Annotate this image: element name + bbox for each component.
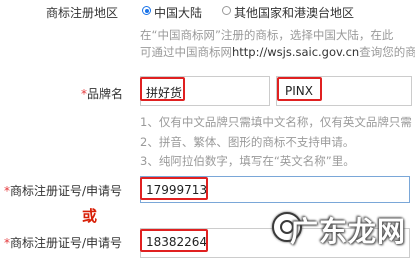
- radio-checked-icon[interactable]: [142, 6, 151, 15]
- highlight-box-reg-number-2: [140, 229, 208, 252]
- brand-name-label: *品牌名: [81, 85, 123, 102]
- highlight-box-reg-number-1: [140, 177, 208, 200]
- reg-number-label-2: *商标注册证号/申请号: [4, 234, 122, 251]
- brand-note-1: 1、仅有中文品牌只需填中文名称，仅有英文品牌只需: [140, 115, 412, 129]
- reg-number-label-1: *商标注册证号/申请号: [4, 182, 122, 199]
- region-label: 商标注册地区: [46, 6, 119, 20]
- brand-note-2: 2、拼音、繁体、图形的商标不支持申请。: [140, 135, 355, 149]
- radio-label-other-regions: 其他国家和港澳台地区: [234, 6, 355, 20]
- or-label: 或: [82, 207, 98, 225]
- trademark-site-link[interactable]: http://wsjs.saic.gov.cn: [232, 45, 359, 59]
- brand-name-label-text: 品牌名: [87, 87, 124, 101]
- region-hint-line-2: 可通过中国商标网http://wsjs.saic.gov.cn查询您的商标: [140, 44, 415, 60]
- brand-note-3: 3、纯阿拉伯数字，填写在“英文名称”里。: [140, 154, 355, 168]
- radio-label-china-mainland: 中国大陆: [154, 6, 203, 20]
- watermark-text: 广东龙网: [290, 215, 407, 248]
- region-hint-line-1: 在“中国商标网”注册的商标，选择中国大陆，在此: [140, 28, 394, 42]
- radio-unchecked-icon[interactable]: [222, 6, 231, 15]
- region-hint-suffix: 查询您的商标: [359, 45, 415, 59]
- highlight-box-chinese-name: [140, 77, 185, 101]
- highlight-box-english-name: [277, 77, 322, 101]
- reg-number-label-1-text: 商标注册证号/申请号: [10, 184, 123, 198]
- reg-number-label-2-text: 商标注册证号/申请号: [10, 236, 123, 250]
- region-hint-prefix: 可通过中国商标网: [140, 45, 232, 59]
